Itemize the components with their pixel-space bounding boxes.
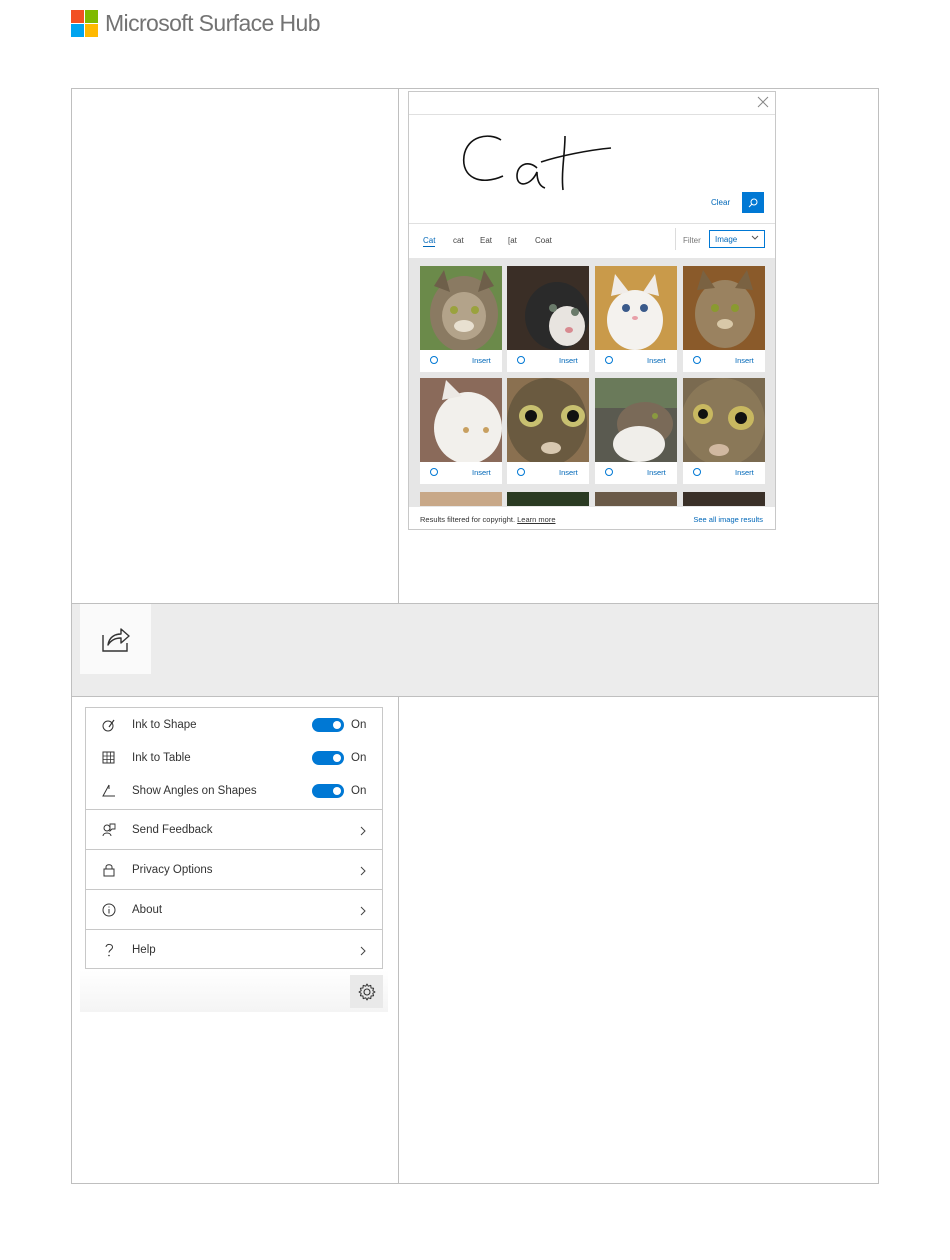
image-result[interactable]: Insert — [683, 266, 765, 372]
image-result[interactable]: Insert — [507, 266, 589, 372]
insert-button[interactable]: Insert — [735, 468, 754, 477]
ink-to-table-toggle[interactable] — [312, 751, 344, 765]
chevron-right-icon — [360, 826, 366, 836]
filter-dropdown[interactable]: Image — [709, 230, 765, 248]
angle-icon — [102, 784, 115, 797]
close-icon[interactable] — [757, 96, 769, 108]
filter-value: Image — [715, 235, 738, 244]
setting-ink-to-table: Ink to Table On — [86, 742, 382, 774]
image-result[interactable]: Insert — [420, 378, 502, 484]
cat-image-3 — [595, 266, 677, 350]
insert-button[interactable]: Insert — [472, 356, 491, 365]
image-result[interactable]: Insert — [420, 266, 502, 372]
insert-button[interactable]: Insert — [647, 468, 666, 477]
cat-image-8 — [683, 378, 765, 462]
suggestion-cat[interactable]: Cat — [423, 236, 436, 247]
send-feedback-item[interactable]: Send Feedback — [86, 814, 382, 846]
see-all-results-link[interactable]: See all image results — [693, 515, 763, 524]
info-icon[interactable] — [605, 356, 613, 364]
cat-image-2 — [507, 266, 589, 350]
info-icon[interactable] — [430, 356, 438, 364]
image-results-grid: Insert Insert Insert Insert Insert Inser… — [409, 258, 775, 507]
brand-name: Microsoft Surface Hub — [105, 9, 321, 36]
help-icon — [105, 943, 113, 957]
about-item[interactable]: About — [86, 894, 382, 926]
share-button[interactable] — [80, 604, 151, 674]
chevron-down-icon — [751, 235, 759, 240]
help-item[interactable]: Help — [86, 934, 382, 966]
info-icon[interactable] — [605, 468, 613, 476]
image-result-partial[interactable] — [507, 492, 589, 506]
insert-button[interactable]: Insert — [647, 356, 666, 365]
insert-button[interactable]: Insert — [559, 468, 578, 477]
settings-footer — [80, 970, 388, 1012]
suggestion-coat[interactable]: Coat — [535, 236, 552, 245]
info-icon — [102, 903, 116, 917]
setting-ink-to-shape: Ink to Shape On — [86, 709, 382, 741]
settings-menu: Ink to Shape On Ink to Table On Show Ang… — [85, 707, 383, 969]
image-result[interactable]: Insert — [507, 378, 589, 484]
copyright-notice: Results filtered for copyright. Learn mo… — [420, 515, 556, 524]
image-result[interactable]: Insert — [683, 378, 765, 484]
image-result-partial[interactable] — [420, 492, 502, 506]
show-angles-toggle[interactable] — [312, 784, 344, 798]
privacy-options-item[interactable]: Privacy Options — [86, 854, 382, 886]
setting-show-angles: Show Angles on Shapes On — [86, 775, 382, 807]
learn-more-link[interactable]: Learn more — [517, 515, 555, 524]
cat-image-6 — [507, 378, 589, 462]
insert-button[interactable]: Insert — [735, 356, 754, 365]
suggestion-eat[interactable]: Eat — [480, 236, 492, 245]
gear-icon — [358, 983, 375, 1000]
settings-button[interactable] — [350, 975, 383, 1008]
suggestion-cat-lower[interactable]: cat — [453, 236, 464, 245]
image-result[interactable]: Insert — [595, 266, 677, 372]
brand-logo: Microsoft Surface Hub — [71, 9, 321, 37]
search-icon — [748, 198, 758, 207]
ink-search-panel: Clear Cat cat Eat [at Coat Filter Image — [408, 91, 776, 530]
ink-table-icon — [102, 751, 115, 764]
info-icon[interactable] — [517, 356, 525, 364]
lock-icon — [103, 864, 115, 877]
chevron-right-icon — [360, 946, 366, 956]
cat-image-4 — [683, 266, 765, 350]
cat-image-1 — [420, 266, 502, 350]
info-icon[interactable] — [430, 468, 438, 476]
image-result-partial[interactable] — [595, 492, 677, 506]
ink-shape-icon — [102, 719, 115, 732]
info-icon[interactable] — [693, 468, 701, 476]
search-button[interactable] — [742, 192, 764, 213]
info-icon[interactable] — [693, 356, 701, 364]
share-icon — [101, 628, 130, 652]
cat-image-7 — [595, 378, 677, 462]
chevron-right-icon — [360, 906, 366, 916]
microsoft-logo-icon — [71, 9, 98, 37]
cat-image-5 — [420, 378, 502, 462]
filter-label: Filter — [683, 236, 701, 245]
table-row-share — [72, 603, 878, 697]
insert-button[interactable]: Insert — [559, 356, 578, 365]
insert-button[interactable]: Insert — [472, 468, 491, 477]
feedback-icon — [102, 823, 116, 837]
image-result-partial[interactable] — [683, 492, 765, 506]
info-icon[interactable] — [517, 468, 525, 476]
ink-to-shape-toggle[interactable] — [312, 718, 344, 732]
chevron-right-icon — [360, 866, 366, 876]
suggestion-bracket-at[interactable]: [at — [508, 236, 517, 245]
clear-button[interactable]: Clear — [711, 198, 730, 207]
image-result[interactable]: Insert — [595, 378, 677, 484]
handwritten-ink — [463, 135, 612, 191]
